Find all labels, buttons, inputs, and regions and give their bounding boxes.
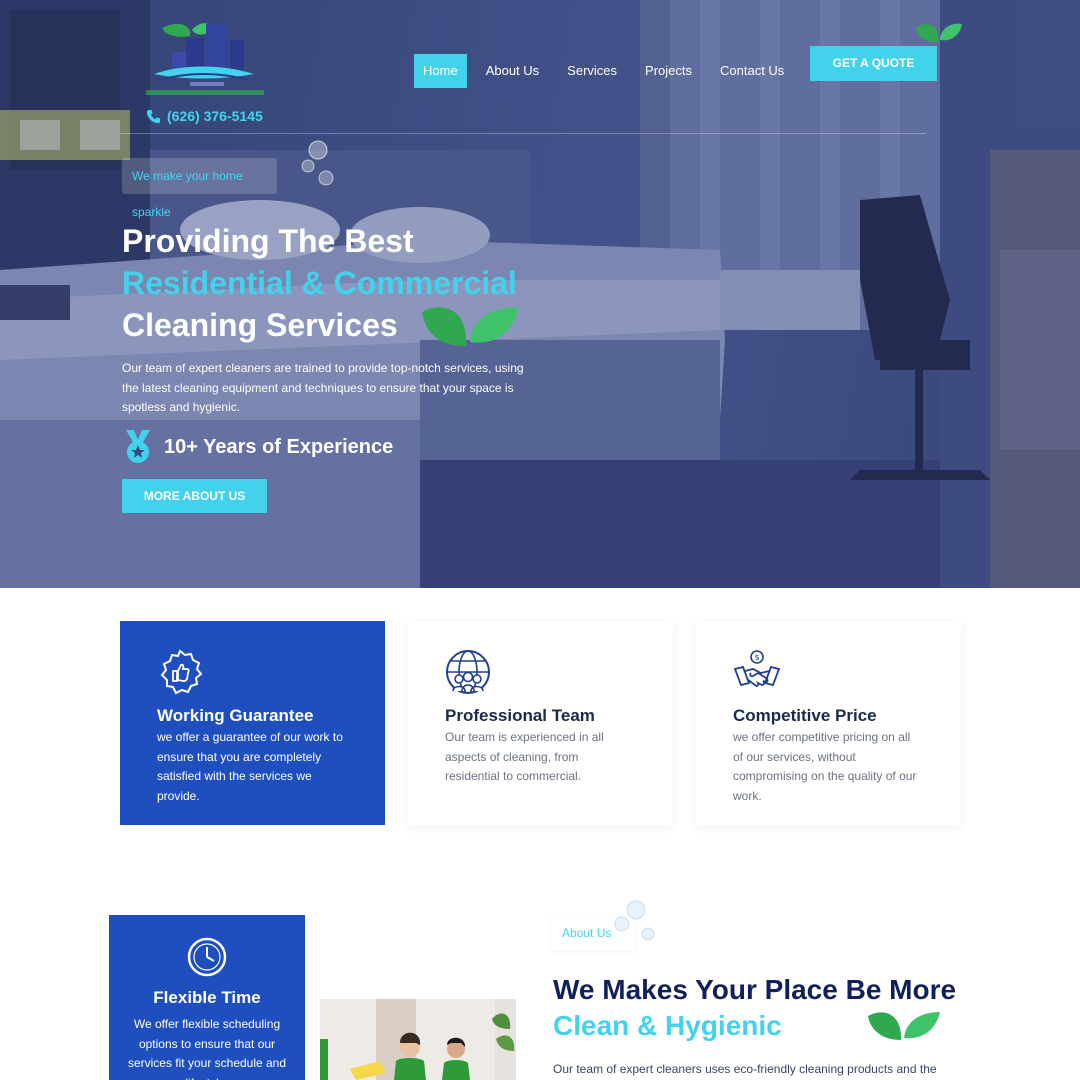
hero-heading-line1: Providing The Best: [122, 223, 414, 259]
brand-logo[interactable]: [142, 18, 268, 102]
hero-tagline: We make your home sparkle: [122, 158, 277, 219]
experience-badge: 10+ Years of Experience: [122, 430, 393, 464]
phone-number-text: (626) 376-5145: [167, 108, 263, 124]
flexible-time-card: Flexible Time We offer flexible scheduli…: [109, 915, 305, 1080]
hero-heading-line2: Residential & Commercial: [122, 265, 517, 301]
nav-services[interactable]: Services: [558, 54, 626, 88]
feature-description: we offer a guarantee of our work to ensu…: [157, 730, 343, 803]
experience-text: 10+ Years of Experience: [164, 435, 394, 458]
cleaners-photo: [320, 999, 516, 1080]
feature-title: Professional Team: [445, 706, 595, 725]
nav-contact-us[interactable]: Contact Us: [711, 54, 793, 88]
handshake-icon: $: [733, 650, 781, 687]
bubbles-icon: [614, 900, 655, 941]
feature-title: Competitive Price: [733, 706, 877, 725]
medal-icon: [126, 430, 150, 463]
nav-home[interactable]: Home: [414, 54, 467, 88]
feature-title: Working Guarantee: [157, 706, 314, 725]
leaf-icon: [868, 1012, 940, 1040]
feature-description: we offer competitive pricing on all of o…: [733, 730, 917, 803]
globe-team-icon: [446, 650, 490, 694]
feature-card-working-guarantee: Working Guarantee we offer a guarantee o…: [120, 621, 385, 825]
hero-description: Our team of expert cleaners are trained …: [122, 361, 524, 414]
feature-card-competitive-price: $ Competitive Price we offer competitive…: [696, 621, 961, 825]
clock-icon: [187, 937, 227, 977]
flexible-time-title: Flexible Time: [153, 988, 261, 1007]
more-about-us-button[interactable]: MORE ABOUT US: [122, 479, 267, 513]
main-nav: Home About Us Services Projects Contact …: [414, 54, 803, 88]
feature-card-professional-team: Professional Team Our team is experience…: [408, 621, 673, 825]
phone-number[interactable]: (626) 376-5145: [146, 108, 263, 124]
header-divider: [120, 133, 926, 134]
flexible-time-description: We offer flexible scheduling options to …: [127, 1017, 287, 1080]
svg-text:$: $: [754, 653, 759, 662]
leaf-icon: [422, 307, 518, 346]
leaf-icon: [916, 23, 962, 42]
feature-description: Our team is experienced in all aspects o…: [445, 730, 604, 783]
thumbs-up-badge-icon: [160, 649, 203, 695]
nav-about-us[interactable]: About Us: [477, 54, 548, 88]
about-heading-line1: We Makes Your Place Be More: [553, 974, 957, 1005]
phone-icon: [146, 109, 161, 123]
bubbles-icon: [301, 140, 334, 186]
get-a-quote-button[interactable]: GET A QUOTE: [810, 46, 937, 81]
about-description: Our team of expert cleaners uses eco-fri…: [553, 1062, 937, 1076]
nav-projects[interactable]: Projects: [636, 54, 701, 88]
